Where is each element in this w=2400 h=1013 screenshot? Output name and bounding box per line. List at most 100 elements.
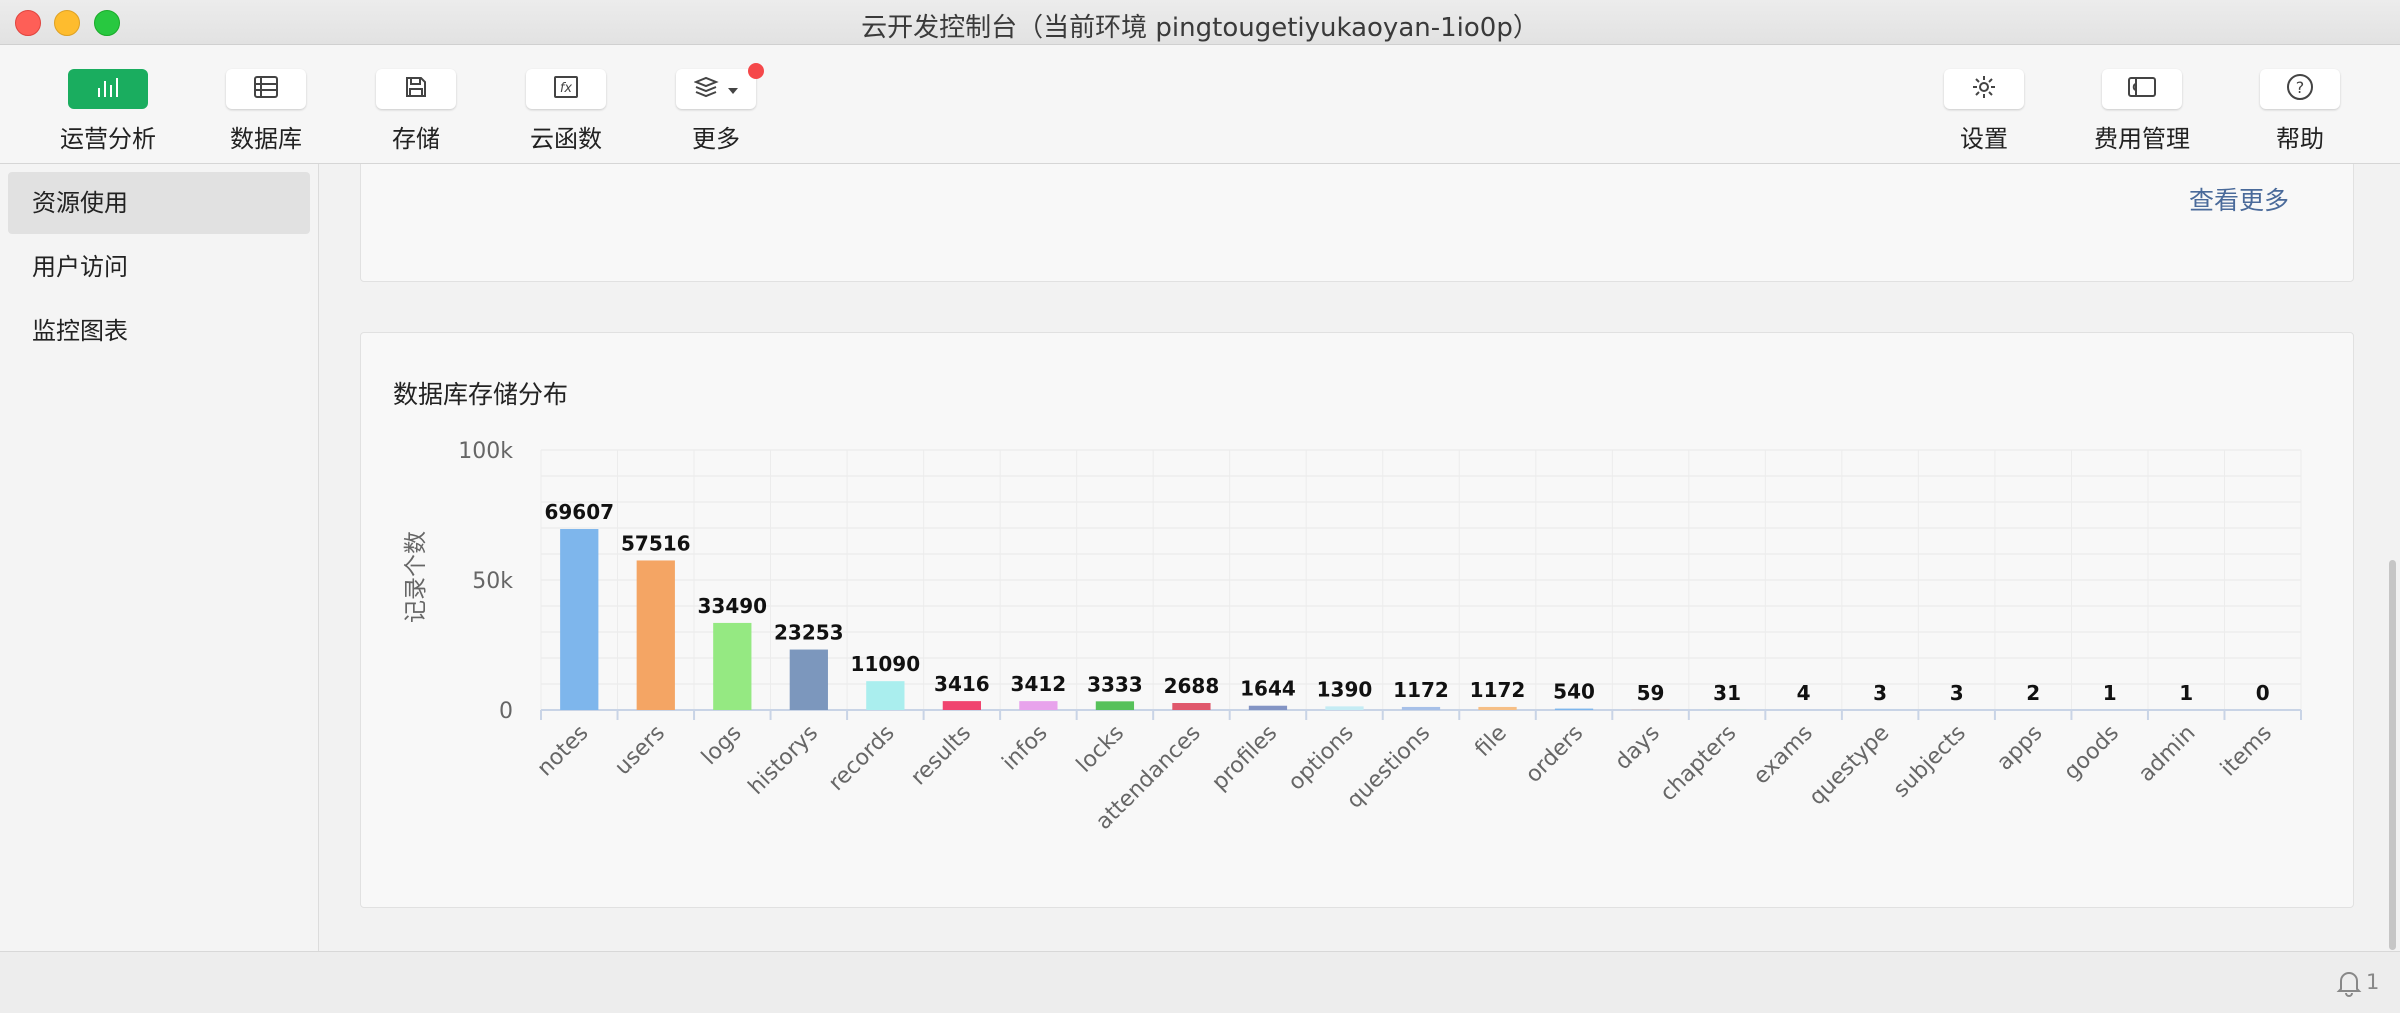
status-bar: 1 — [0, 951, 2400, 1013]
x-tick-label: exams — [1749, 721, 1818, 790]
bar-options[interactable] — [1325, 706, 1363, 710]
function-icon: fx — [553, 75, 579, 103]
functions-button[interactable]: fx — [526, 69, 606, 109]
y-tick-label: 0 — [499, 699, 513, 724]
bar-locks[interactable] — [1096, 701, 1134, 710]
toolbar: 运营分析 数据库 存储 fx 云函数 — [0, 45, 2400, 164]
help-button[interactable]: ? — [2260, 69, 2340, 109]
settings-button[interactable] — [1944, 69, 2024, 109]
data-label: 3333 — [1087, 672, 1143, 696]
data-label: 1172 — [1393, 678, 1449, 702]
toolbar-item-database[interactable]: 数据库 — [186, 45, 346, 163]
database-button[interactable] — [226, 69, 306, 109]
x-tick-label: chapters — [1656, 721, 1742, 807]
billing-label: 费用管理 — [2062, 119, 2222, 154]
data-label: 1172 — [1470, 678, 1526, 702]
view-more-link[interactable]: 查看更多 — [2189, 181, 2289, 217]
sidebar-item-user-access[interactable]: 用户访问 — [8, 236, 310, 298]
bar-questions[interactable] — [1402, 707, 1440, 710]
help-icon: ? — [2286, 73, 2314, 105]
settings-label: 设置 — [1904, 119, 2064, 154]
x-tick-label: apps — [1992, 721, 2047, 776]
bell-icon[interactable] — [2336, 969, 2362, 1001]
sidebar-item-monitoring-charts[interactable]: 监控图表 — [8, 300, 310, 362]
toolbar-item-billing[interactable]: 费用管理 — [2062, 45, 2222, 163]
data-label: 2688 — [1164, 674, 1220, 698]
x-tick-label: questype — [1805, 721, 1895, 811]
analytics-button[interactable] — [68, 69, 148, 109]
y-tick-label: 50k — [472, 569, 513, 594]
bar-profiles[interactable] — [1249, 706, 1287, 710]
window-title: 云开发控制台（当前环境 pingtougetiyukaoyan-1io0p） — [0, 7, 2400, 44]
database-label: 数据库 — [186, 119, 346, 154]
data-label: 1390 — [1317, 677, 1373, 701]
x-tick-label: days — [1610, 721, 1664, 775]
wallet-icon — [2127, 76, 2157, 102]
x-tick-label: orders — [1521, 721, 1588, 788]
x-tick-label: items — [2216, 721, 2277, 782]
toolbar-item-functions[interactable]: fx 云函数 — [486, 45, 646, 163]
x-tick-label: logs — [697, 721, 746, 770]
billing-button[interactable] — [2102, 69, 2182, 109]
data-label: 3412 — [1011, 672, 1067, 696]
x-tick-label: users — [610, 721, 670, 781]
dropdown-arrow-icon — [728, 80, 738, 99]
data-label: 69607 — [544, 500, 614, 524]
window-title-bar: 云开发控制台（当前环境 pingtougetiyukaoyan-1io0p） — [0, 0, 2400, 45]
bar-infos[interactable] — [1019, 701, 1057, 710]
svg-text:fx: fx — [560, 81, 573, 96]
toolbar-item-analytics[interactable]: 运营分析 — [28, 45, 188, 163]
x-tick-label: historys — [744, 721, 823, 800]
bar-file[interactable] — [1478, 707, 1516, 710]
bar-logs[interactable] — [713, 623, 751, 710]
help-label: 帮助 — [2220, 119, 2380, 154]
bar-historys[interactable] — [790, 650, 828, 710]
db-storage-chart-card: 数据库存储分布 050k100k 69607notes57516users334… — [360, 332, 2354, 908]
x-tick-label: notes — [533, 721, 594, 782]
more-button[interactable] — [676, 69, 756, 109]
data-label: 3416 — [934, 672, 990, 696]
data-label: 0 — [2256, 681, 2270, 705]
bar-notes[interactable] — [560, 529, 598, 710]
bar-records[interactable] — [866, 681, 904, 710]
x-tick-label: goods — [2059, 721, 2124, 786]
x-tick-label: infos — [998, 721, 1053, 776]
toolbar-item-more[interactable]: 更多 — [636, 45, 796, 163]
x-tick-label: subjects — [1889, 721, 1971, 803]
x-tick-label: locks — [1072, 721, 1129, 778]
bar-orders[interactable] — [1555, 709, 1593, 710]
svg-text:?: ? — [2296, 78, 2305, 97]
data-label: 540 — [1553, 680, 1595, 704]
main-content: 查看更多 数据库存储分布 050k100k 69607notes57516use… — [319, 164, 2400, 951]
data-label: 23253 — [774, 621, 844, 645]
vertical-scrollbar[interactable] — [2389, 560, 2396, 950]
toolbar-item-help[interactable]: ? 帮助 — [2220, 45, 2380, 163]
bar-results[interactable] — [943, 701, 981, 710]
more-label: 更多 — [636, 119, 796, 154]
toolbar-item-settings[interactable]: 设置 — [1904, 45, 2064, 163]
data-label: 4 — [1797, 681, 1811, 705]
x-tick-label: profiles — [1207, 721, 1282, 796]
analytics-label: 运营分析 — [28, 119, 188, 154]
sidebar-item-resource-usage[interactable]: 资源使用 — [8, 172, 310, 234]
functions-label: 云函数 — [486, 119, 646, 154]
data-label: 2 — [2026, 681, 2040, 705]
notification-badge — [748, 63, 764, 79]
data-label: 57516 — [621, 531, 691, 555]
y-axis-label: 记录个数 — [403, 531, 429, 623]
bar-users[interactable] — [637, 560, 675, 710]
toolbar-item-storage[interactable]: 存储 — [336, 45, 496, 163]
layers-icon — [694, 76, 724, 102]
sidebar: 资源使用 用户访问 监控图表 — [0, 164, 319, 951]
data-label: 3 — [1950, 681, 1964, 705]
bar-attendances[interactable] — [1172, 703, 1210, 710]
storage-button[interactable] — [376, 69, 456, 109]
x-tick-label: records — [824, 721, 899, 796]
database-icon — [253, 75, 279, 103]
x-tick-label: admin — [2134, 721, 2200, 787]
data-label: 1644 — [1240, 677, 1296, 701]
y-tick-label: 100k — [458, 439, 513, 464]
x-tick-label: results — [906, 721, 976, 791]
bar-chart-icon — [95, 76, 121, 102]
data-label: 59 — [1637, 681, 1665, 705]
